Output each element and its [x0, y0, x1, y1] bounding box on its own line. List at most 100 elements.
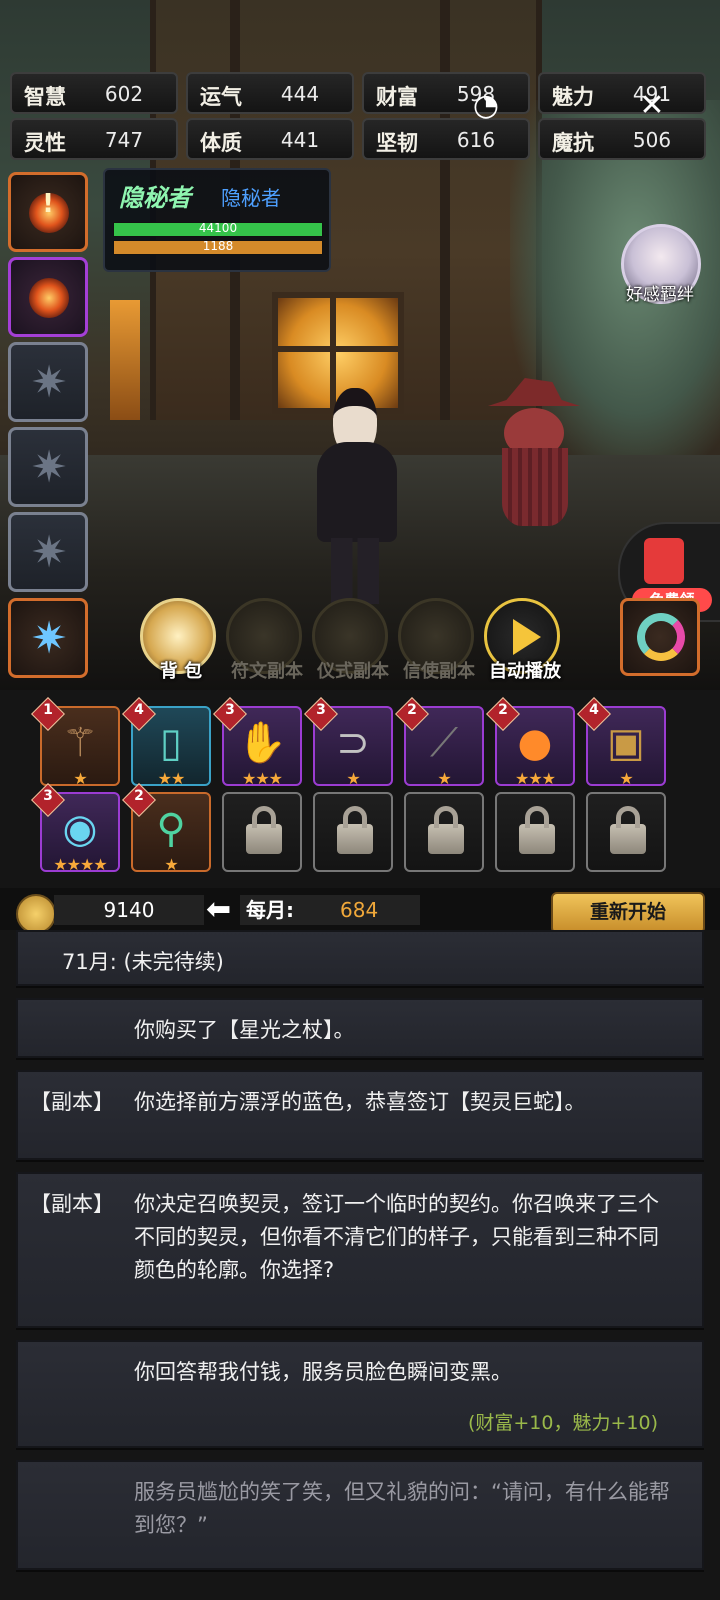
- star-rating: ★: [437, 769, 451, 788]
- lit-window: [110, 300, 140, 420]
- stat-charm: 魅力 491: [538, 72, 706, 114]
- serpent-pet-slot[interactable]: [620, 598, 700, 676]
- level-number: 2: [498, 702, 508, 718]
- star-rating: ★★★: [241, 769, 283, 788]
- hero-title-art: 隐秘者: [119, 184, 191, 212]
- close-icon[interactable]: ✕: [632, 86, 672, 126]
- serpent-icon: [637, 613, 685, 661]
- log-entry: 服务员尴尬的笑了笑，但又礼貌的问：“请问，有什么能帮到您？”: [16, 1460, 704, 1570]
- inventory-item[interactable]: ⚚ 1 ★: [31, 697, 120, 788]
- star-rating: ★★★: [514, 769, 556, 788]
- inventory-item[interactable]: ▣ 4 ★: [577, 697, 666, 788]
- money-bar: 9140 ⬅ 每月: 684 重新开始: [0, 888, 720, 934]
- log-tag: 【副本】: [30, 1090, 114, 1114]
- star-rating: ★★: [157, 769, 186, 788]
- inventory-item[interactable]: ⊃ 3 ★: [304, 697, 393, 788]
- hp-bar: 44100: [113, 221, 323, 237]
- log-entry: 你购买了【星光之杖】。: [16, 998, 704, 1058]
- restart-button[interactable]: 重新开始: [551, 892, 705, 934]
- skill-slot-empty[interactable]: ✷: [8, 512, 88, 592]
- blue-star-icon: ✷: [30, 613, 68, 664]
- log-text: 你回答帮我付钱，服务员脸色瞬间变黑。: [134, 1360, 512, 1384]
- stat-name: 魔抗: [552, 131, 594, 155]
- star-rating: ★: [73, 769, 87, 788]
- skill-slot-empty[interactable]: ✷: [8, 427, 88, 507]
- monthly-value: 684: [340, 898, 379, 922]
- star-rating: ★: [619, 769, 633, 788]
- skill-slot-alert[interactable]: !: [8, 172, 88, 252]
- star-rating: ★: [164, 855, 178, 874]
- star-rating: ★: [346, 769, 360, 788]
- level-number: 4: [134, 702, 144, 718]
- log-entry: 你回答帮我付钱，服务员脸色瞬间变黑。 (财富+10，魅力+10): [16, 1340, 704, 1448]
- locked-slot[interactable]: [222, 792, 302, 872]
- stat-spirituality: 灵性 747: [10, 118, 178, 160]
- ritual-dungeon-button[interactable]: 仪式副本: [312, 598, 389, 682]
- level-number: 3: [43, 788, 53, 804]
- star-rating: ★★★★: [53, 855, 107, 874]
- pacman-icon[interactable]: ◔: [466, 86, 506, 126]
- inventory-item[interactable]: ✋ 3 ★★★: [213, 697, 302, 788]
- stat-name: 财富: [376, 85, 418, 109]
- locked-slot[interactable]: [586, 792, 666, 872]
- log-entry: 【副本】 你选择前方漂浮的蓝色，恭喜签订【契灵巨蛇】。: [16, 1070, 704, 1160]
- star-emblem-icon: ✷: [30, 527, 68, 578]
- stat-value: 506: [632, 128, 672, 152]
- level-number: 2: [134, 788, 144, 804]
- rune-dungeon-button[interactable]: 符文副本: [226, 598, 303, 682]
- alert-icon: !: [42, 189, 54, 219]
- log-text: 71月: (未完待续): [62, 950, 224, 974]
- log-entry: 71月: (未完待续): [16, 930, 704, 986]
- inventory-item[interactable]: ◉ 3 ★★★★: [31, 783, 120, 874]
- arrow-left-icon: ⬅: [206, 892, 232, 927]
- hero-class-name: 隐秘者: [221, 186, 281, 210]
- locked-slot[interactable]: [495, 792, 575, 872]
- level-number: 3: [225, 702, 235, 718]
- level-number: 4: [589, 702, 599, 718]
- log-text: 服务员尴尬的笑了笑，但又礼貌的问：“请问，有什么能帮到您？”: [134, 1480, 670, 1537]
- locked-slot[interactable]: [404, 792, 484, 872]
- padlock-icon: [610, 806, 646, 854]
- inventory-item[interactable]: ▯ 4 ★★: [122, 697, 211, 788]
- skill-slot-empty[interactable]: ✷: [8, 342, 88, 422]
- skill-slot-eye[interactable]: [8, 257, 88, 337]
- padlock-icon: [246, 806, 282, 854]
- stat-wisdom: 智慧 602: [10, 72, 178, 114]
- inventory-item[interactable]: ● 2 ★★★: [486, 697, 575, 788]
- stat-name: 灵性: [24, 131, 66, 155]
- stat-value: 441: [280, 128, 320, 152]
- log-tag: 【副本】: [30, 1192, 114, 1216]
- log-text: 你决定召唤契灵，签订一个临时的契约。你召唤来了三个不同的契灵，但你看不清它们的样…: [134, 1192, 659, 1282]
- backpack-button[interactable]: 背 包: [140, 598, 216, 682]
- stat-name: 坚韧: [376, 131, 418, 155]
- stat-constitution: 体质 441: [186, 118, 354, 160]
- log-gain: (财富+10，魅力+10): [467, 1412, 658, 1434]
- stat-value: 444: [280, 82, 320, 106]
- skill-slot-blue-star[interactable]: ✷: [8, 598, 88, 678]
- messenger-dungeon-button[interactable]: 信使副本: [398, 598, 475, 682]
- stat-name: 魅力: [552, 85, 594, 109]
- gold-amount: 9140: [54, 895, 204, 925]
- stat-name: 体质: [200, 131, 242, 155]
- squid-hat-enemy: [488, 378, 580, 528]
- padlock-icon: [519, 806, 555, 854]
- gold-coin-icon: [16, 894, 56, 934]
- play-icon: [513, 619, 541, 655]
- inventory-item[interactable]: ⟋ 2 ★: [395, 697, 484, 788]
- log-entry: 【副本】 你决定召唤契灵，签订一个临时的契约。你召唤来了三个不同的契灵，但你看不…: [16, 1172, 704, 1328]
- stat-value: 747: [104, 128, 144, 152]
- autoplay-button[interactable]: 自动播放: [484, 598, 561, 682]
- log-text: 你购买了【星光之杖】。: [134, 1018, 355, 1042]
- monthly-income: 每月: 684: [240, 895, 420, 925]
- locked-slot[interactable]: [313, 792, 393, 872]
- event-log[interactable]: 71月: (未完待续) 你购买了【星光之杖】。 【副本】 你选择前方漂浮的蓝色，…: [0, 930, 720, 1600]
- level-number: 3: [316, 702, 326, 718]
- inventory-item[interactable]: ⚲ 2 ★: [122, 783, 211, 874]
- stat-name: 智慧: [24, 85, 66, 109]
- red-envelope-icon: [644, 538, 684, 584]
- player-character: [295, 380, 405, 610]
- affinity-label[interactable]: 好感羁绊: [612, 280, 708, 305]
- stat-name: 运气: [200, 85, 242, 109]
- mp-value: 1188: [202, 239, 234, 253]
- hero-status-panel: 隐秘者 隐秘者 44100 1188: [103, 168, 331, 272]
